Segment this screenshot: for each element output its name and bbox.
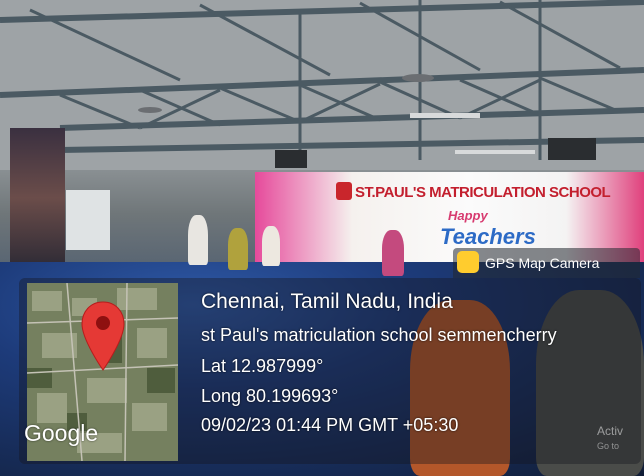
person-stage-right	[262, 226, 280, 266]
gps-map-camera-icon	[457, 251, 479, 273]
activation-watermark: Activ	[597, 424, 624, 438]
wall-mural	[10, 128, 65, 268]
activation-watermark-sub: Go to	[597, 441, 620, 451]
gps-datetime: 09/02/23 01:44 PM GMT +05:30	[201, 415, 459, 435]
person-stage-left	[188, 215, 208, 265]
gps-city: Chennai, Tamil Nadu, India	[201, 290, 453, 313]
school-emblem-icon	[336, 182, 352, 200]
person-stage-center	[228, 228, 248, 270]
roof-trusses	[0, 0, 644, 170]
gps-longitude: Long 80.199693°	[201, 386, 339, 406]
event-photo: ST.PAUL'S MATRICULATION SCHOOL Happy Tea…	[0, 0, 644, 476]
banner-school-name: ST.PAUL'S MATRICULATION SCHOOL	[355, 184, 611, 201]
person-speaker	[382, 230, 404, 276]
google-logo: Google	[24, 420, 99, 446]
banner-happy-text: Happy	[448, 208, 488, 223]
gps-app-label: GPS Map Camera	[485, 255, 600, 271]
gps-latitude: Lat 12.987999°	[201, 356, 324, 376]
window	[66, 190, 110, 250]
gps-address: st Paul's matriculation school semmenche…	[201, 325, 557, 345]
location-pin-icon	[81, 301, 125, 371]
banner-teachers-text: Teachers	[440, 224, 536, 249]
